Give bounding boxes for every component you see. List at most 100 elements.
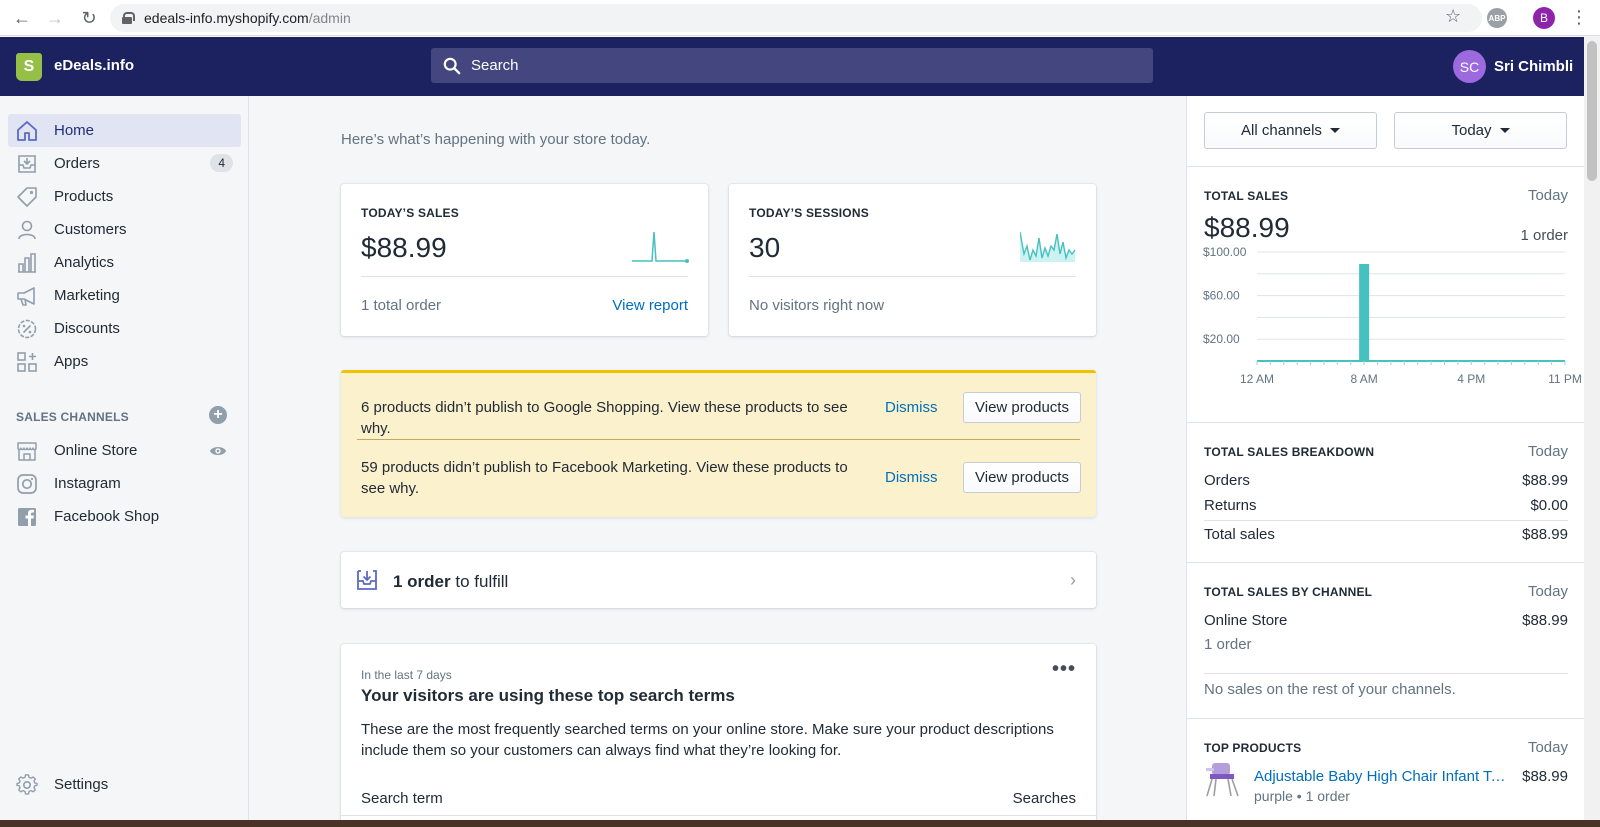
eye-icon[interactable] bbox=[209, 442, 227, 460]
adblock-extension-icon[interactable]: ABP bbox=[1487, 8, 1507, 28]
facebook-marketing-row: 59 products didn’t publish to Facebook M… bbox=[361, 457, 1081, 499]
sidebar-item-customers[interactable]: Customers bbox=[8, 213, 241, 246]
x-tick-label: 12 AM bbox=[1240, 372, 1274, 386]
add-channel-icon[interactable]: + bbox=[209, 406, 227, 424]
view-products-facebook-button[interactable]: View products bbox=[963, 462, 1081, 493]
sidebar-item-settings[interactable]: Settings bbox=[8, 768, 241, 801]
shopify-logo-icon[interactable]: S bbox=[16, 53, 42, 81]
y-tick-label: $60.00 bbox=[1203, 289, 1240, 303]
x-tick-label: 8 AM bbox=[1350, 372, 1377, 386]
dismiss-google-link[interactable]: Dismiss bbox=[885, 397, 938, 418]
orders-to-fulfill-card[interactable]: 1 order to fulfill › bbox=[341, 552, 1096, 608]
sidebar-item-label: Products bbox=[54, 188, 114, 205]
sidebar-item-products[interactable]: Products bbox=[8, 180, 241, 213]
sidebar-item-marketing[interactable]: Marketing bbox=[8, 279, 241, 312]
gear-icon bbox=[16, 774, 38, 795]
top-product-link[interactable]: Adjustable Baby High Chair Infant Tod... bbox=[1254, 768, 1509, 785]
divider bbox=[1187, 718, 1584, 719]
avatar[interactable]: SC bbox=[1453, 50, 1486, 83]
view-products-google-button[interactable]: View products bbox=[963, 392, 1081, 423]
sidebar-item-online-store[interactable]: Online Store bbox=[8, 434, 241, 467]
order-count: 1 order bbox=[1520, 227, 1568, 244]
kpi-foot: No visitors right now bbox=[749, 297, 885, 314]
apps-icon bbox=[17, 352, 37, 372]
fulfill-rest: to fulfill bbox=[450, 572, 509, 591]
browser-menu-icon[interactable]: ⋮ bbox=[1570, 7, 1588, 28]
sidebar-item-label: Marketing bbox=[54, 287, 120, 304]
person-icon bbox=[18, 220, 36, 240]
sidebar-item-label: Settings bbox=[54, 776, 109, 793]
back-icon[interactable]: ← bbox=[7, 3, 37, 33]
bookmark-star-icon[interactable]: ☆ bbox=[1445, 6, 1461, 27]
row-value: $88.99 bbox=[1522, 526, 1568, 543]
row-value: $88.99 bbox=[1522, 612, 1568, 629]
y-tick-label: $20.00 bbox=[1203, 332, 1240, 346]
breakdown-heading: TOTAL SALES BREAKDOWN bbox=[1204, 445, 1375, 459]
search-input[interactable] bbox=[471, 57, 1071, 74]
column-header-search-term[interactable]: Search term bbox=[361, 790, 443, 807]
orders-count-badge: 4 bbox=[210, 154, 233, 172]
period-label: Today bbox=[1527, 739, 1568, 756]
sidebar-item-apps[interactable]: Apps bbox=[8, 345, 241, 378]
page-scrollbar[interactable] bbox=[1584, 37, 1600, 820]
sidebar-item-label: Discounts bbox=[54, 320, 120, 337]
search-bar[interactable] bbox=[431, 48, 1153, 83]
high-chair-product-image[interactable] bbox=[1204, 760, 1242, 798]
address-bar[interactable]: edeals-info.myshopify.com/admin bbox=[110, 4, 1482, 32]
store-name[interactable]: eDeals.info bbox=[54, 57, 134, 74]
row-value: $0.00 bbox=[1530, 497, 1568, 514]
view-report-link[interactable]: View report bbox=[612, 297, 688, 314]
browser-profile-avatar[interactable]: B bbox=[1533, 7, 1555, 29]
sessions-sparkline bbox=[1020, 231, 1076, 262]
divider bbox=[1187, 422, 1584, 423]
banner-message: 59 products didn’t publish to Facebook M… bbox=[361, 459, 848, 497]
right-panel: All channels Today TOTAL SALES Today $88… bbox=[1186, 96, 1584, 820]
channel-filter-select[interactable]: All channels bbox=[1204, 112, 1377, 149]
row-label: Total sales bbox=[1204, 526, 1275, 543]
forward-icon[interactable]: → bbox=[40, 3, 70, 33]
sidebar-item-label: Orders bbox=[54, 155, 100, 172]
card-title: Your visitors are using these top search… bbox=[361, 686, 735, 705]
breakdown-row-total: Total sales $88.99 bbox=[1204, 526, 1568, 543]
period-label: Today bbox=[1527, 443, 1568, 460]
column-header-searches[interactable]: Searches bbox=[1013, 790, 1076, 807]
total-sales-heading: TOTAL SALES bbox=[1204, 189, 1289, 203]
sales-bar bbox=[1359, 264, 1370, 361]
kpi-label: TODAY’S SALES bbox=[361, 206, 459, 220]
total-sales-value: $88.99 bbox=[1204, 212, 1290, 243]
banner-message: 6 products didn’t publish to Google Shop… bbox=[361, 399, 848, 437]
fulfill-count: 1 order bbox=[393, 572, 451, 591]
card-subtitle: In the last 7 days bbox=[361, 668, 452, 682]
instagram-icon bbox=[17, 474, 37, 494]
dismiss-facebook-link[interactable]: Dismiss bbox=[885, 467, 938, 488]
sidebar-item-instagram[interactable]: Instagram bbox=[8, 467, 241, 500]
breakdown-row-orders: Orders $88.99 bbox=[1204, 472, 1568, 489]
date-filter-select[interactable]: Today bbox=[1394, 112, 1567, 149]
sidebar-item-analytics[interactable]: Analytics bbox=[8, 246, 241, 279]
sidebar-item-orders[interactable]: Orders 4 bbox=[8, 147, 241, 180]
more-actions-icon[interactable]: ••• bbox=[1052, 658, 1076, 681]
sidebar-item-discounts[interactable]: Discounts bbox=[8, 312, 241, 345]
sidebar-item-label: Facebook Shop bbox=[54, 508, 160, 525]
by-channel-heading: TOTAL SALES BY CHANNEL bbox=[1204, 585, 1373, 599]
store-icon bbox=[17, 442, 37, 461]
kpi-foot: 1 total order bbox=[361, 297, 442, 314]
kpi-value: $88.99 bbox=[361, 232, 447, 263]
sidebar-item-label: Analytics bbox=[54, 254, 115, 271]
divider bbox=[749, 276, 1076, 277]
top-products-heading: TOP PRODUCTS bbox=[1204, 741, 1302, 755]
scrollbar-thumb[interactable] bbox=[1587, 41, 1597, 181]
row-label: Returns bbox=[1204, 497, 1257, 514]
todays-sessions-card: TODAY’S SESSIONS 30 No visitors right no… bbox=[729, 184, 1096, 336]
tag-icon bbox=[17, 187, 37, 207]
sidebar-item-facebook-shop[interactable]: Facebook Shop bbox=[8, 500, 241, 533]
sidebar-item-home[interactable]: Home bbox=[8, 114, 241, 147]
x-tick-label: 11 PM bbox=[1548, 372, 1582, 386]
reload-icon[interactable]: ↻ bbox=[74, 3, 104, 33]
sidebar-item-label: Online Store bbox=[54, 442, 138, 459]
card-description: These are the most frequently searched t… bbox=[361, 721, 1054, 759]
user-name[interactable]: Sri Chimbli bbox=[1494, 58, 1573, 75]
page-intro: Here’s what’s happening with your store … bbox=[341, 131, 651, 148]
row-label: Online Store bbox=[1204, 612, 1288, 629]
row-label: Orders bbox=[1204, 472, 1250, 489]
